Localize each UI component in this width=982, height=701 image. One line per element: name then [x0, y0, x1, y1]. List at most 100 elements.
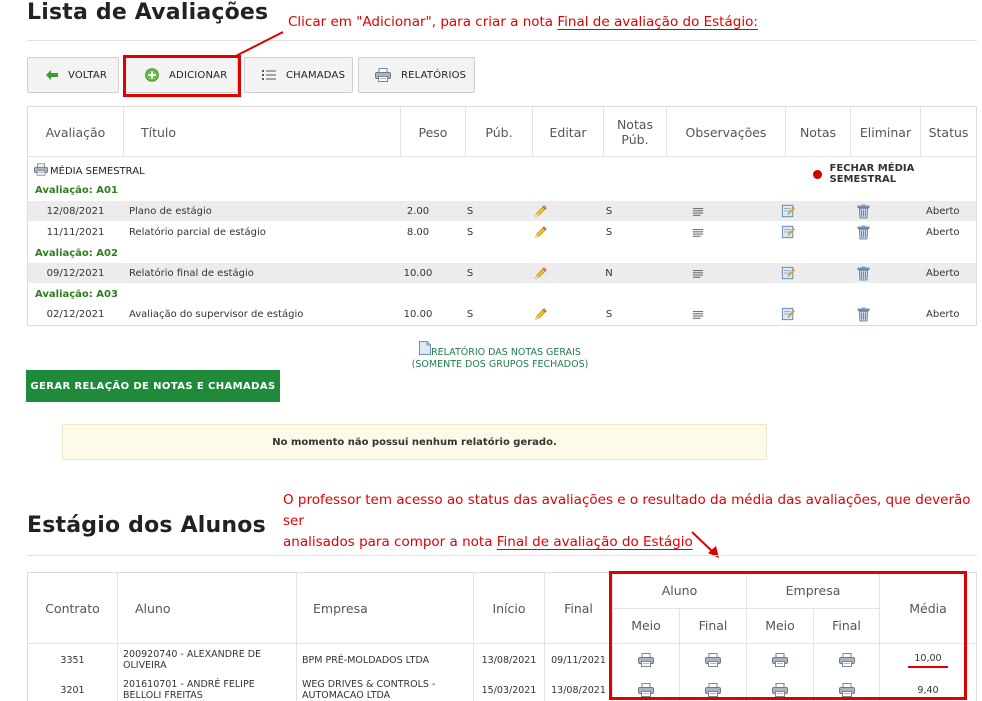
table-row: 11/11/2021 Relatório parcial de estágio …: [28, 222, 976, 242]
row-status: Aberto: [926, 267, 960, 279]
media-semestral-link[interactable]: MÉDIA SEMESTRAL: [34, 163, 145, 179]
evaluations-header: Avaliação Título Peso Púb. Editar Notas …: [28, 107, 976, 157]
notepad-icon[interactable]: [780, 304, 796, 324]
header-final: Final: [564, 600, 593, 616]
voltar-button[interactable]: VOLTAR: [27, 57, 119, 93]
row-title: Avaliação do supervisor de estágio: [129, 308, 304, 320]
header-avaliacao: Avaliação: [45, 124, 106, 140]
list-icon: [262, 69, 276, 81]
header-contrato: Contrato: [45, 600, 100, 616]
relatorio-line1: RELATÓRIO DAS NOTAS GERAIS: [431, 347, 581, 358]
row-inicio: 13/08/2021: [481, 654, 537, 666]
row-empresa: BPM PRÉ-MOLDADOS LTDA: [302, 654, 430, 666]
evaluations-table: Avaliação Título Peso Púb. Editar Notas …: [27, 106, 977, 326]
row-date: 12/08/2021: [46, 205, 105, 217]
row-contrato: 3351: [60, 654, 85, 666]
title-divider: [27, 555, 977, 556]
chamadas-label: CHAMADAS: [286, 69, 346, 81]
row-notas-pub: S: [605, 205, 613, 217]
row-date: 11/11/2021: [46, 226, 105, 238]
annotation-text: O professor tem acesso ao status das ava…: [283, 492, 971, 529]
row-peso: 10.00: [403, 267, 433, 279]
printer-icon: [34, 163, 48, 179]
trash-icon[interactable]: [856, 304, 870, 324]
notice-box: No momento não possui nenhum relatório g…: [62, 424, 767, 460]
group-label-a02: Avaliação: A02: [35, 248, 118, 259]
printer-icon: [375, 68, 391, 82]
table-row: 12/08/2021 Plano de estágio 2.00 S S Abe…: [28, 201, 976, 221]
row-notas-pub: S: [605, 226, 613, 238]
header-notas-pub: Notas Púb.: [616, 117, 654, 147]
row-peso: 2.00: [406, 205, 430, 217]
highlight-box-status: [609, 571, 967, 700]
arrow-left-icon: [46, 70, 58, 80]
header-notas: Notas: [799, 124, 837, 140]
lines-icon[interactable]: [691, 222, 705, 242]
lines-icon[interactable]: [691, 201, 705, 221]
relatorios-label: RELATÓRIOS: [401, 69, 467, 81]
fechar-media-label: FECHAR MÉDIA SEMESTRAL: [829, 163, 915, 185]
pencil-icon[interactable]: [533, 201, 549, 221]
row-pub: S: [466, 308, 474, 320]
row-inicio: 15/03/2021: [481, 684, 537, 696]
row-title: Relatório parcial de estágio: [129, 226, 266, 238]
header-status: Status: [928, 124, 969, 140]
annotation-highlight: Final de avaliação do Estágio: [496, 534, 693, 550]
trash-icon[interactable]: [856, 201, 870, 221]
red-dot-icon: [813, 169, 822, 179]
row-pub: S: [466, 205, 474, 217]
pencil-icon[interactable]: [533, 304, 549, 324]
relatorio-notas-gerais-link[interactable]: RELATÓRIO DAS NOTAS GERAIS (SOMENTE DOS …: [400, 341, 600, 371]
title-divider: [27, 40, 977, 41]
row-pub: S: [466, 226, 474, 238]
chamadas-button[interactable]: CHAMADAS: [244, 57, 353, 93]
row-status: Aberto: [926, 308, 960, 320]
row-status: Aberto: [926, 205, 960, 217]
row-empresa: WEG DRIVES & CONTROLS - AUTOMACAO LTDA: [302, 679, 436, 701]
row-notas-pub: N: [605, 267, 613, 279]
voltar-label: VOLTAR: [68, 69, 108, 81]
row-date: 09/12/2021: [46, 267, 105, 279]
group-label-a01: Avaliação: A01: [35, 185, 118, 196]
section-title: Estágio dos Alunos: [27, 513, 266, 538]
document-icon: [419, 341, 432, 359]
row-title: Plano de estágio: [129, 205, 212, 217]
row-aluno: 200920740 - ALEXANDRE DE OLIVEIRA: [123, 649, 262, 671]
header-pub: Púb.: [485, 124, 513, 140]
header-aluno: Aluno: [135, 600, 171, 616]
table-row: 02/12/2021 Avaliação do supervisor de es…: [28, 304, 976, 324]
row-title: Relatório final de estágio: [129, 267, 254, 279]
fechar-media-button[interactable]: FECHAR MÉDIA SEMESTRAL: [813, 163, 976, 185]
pencil-icon[interactable]: [533, 222, 549, 242]
row-status: Aberto: [926, 226, 960, 238]
annotation-highlight: Final de avaliação do Estágio:: [557, 14, 758, 30]
page-title: Lista de Avaliações: [27, 0, 269, 25]
notepad-icon[interactable]: [780, 222, 796, 242]
notepad-icon[interactable]: [780, 201, 796, 221]
annotation-text: analisados para compor a nota: [283, 534, 497, 550]
annotation-text: Clicar em "Adicionar", para criar a nota: [288, 14, 558, 30]
row-pub: S: [466, 267, 474, 279]
lines-icon[interactable]: [691, 263, 705, 283]
header-eliminar: Eliminar: [859, 124, 912, 140]
row-contrato: 3201: [60, 684, 85, 696]
trash-icon[interactable]: [856, 222, 870, 242]
row-notas-pub: S: [605, 308, 613, 320]
gerar-relacao-button[interactable]: GERAR RELAÇÃO DE NOTAS E CHAMADAS: [26, 370, 280, 402]
row-aluno: 201610701 - ANDRÉ FELIPE BELLOLI FREITAS: [123, 679, 255, 701]
notepad-icon[interactable]: [780, 263, 796, 283]
header-empresa: Empresa: [313, 600, 368, 616]
pencil-icon[interactable]: [533, 263, 549, 283]
header-titulo: Título: [141, 124, 177, 140]
row-final: 09/11/2021: [551, 654, 606, 666]
table-row: 09/12/2021 Relatório final de estágio 10…: [28, 263, 976, 283]
relatorios-button[interactable]: RELATÓRIOS: [358, 57, 475, 93]
lines-icon[interactable]: [691, 304, 705, 324]
header-editar: Editar: [549, 124, 587, 140]
highlight-box-adicionar: [123, 55, 241, 97]
group-label-a03: Avaliação: A03: [35, 289, 118, 300]
row-date: 02/12/2021: [46, 308, 105, 320]
trash-icon[interactable]: [856, 263, 870, 283]
row-peso: 8.00: [406, 226, 430, 238]
annotation-adicionar: Clicar em "Adicionar", para criar a nota…: [288, 12, 758, 33]
